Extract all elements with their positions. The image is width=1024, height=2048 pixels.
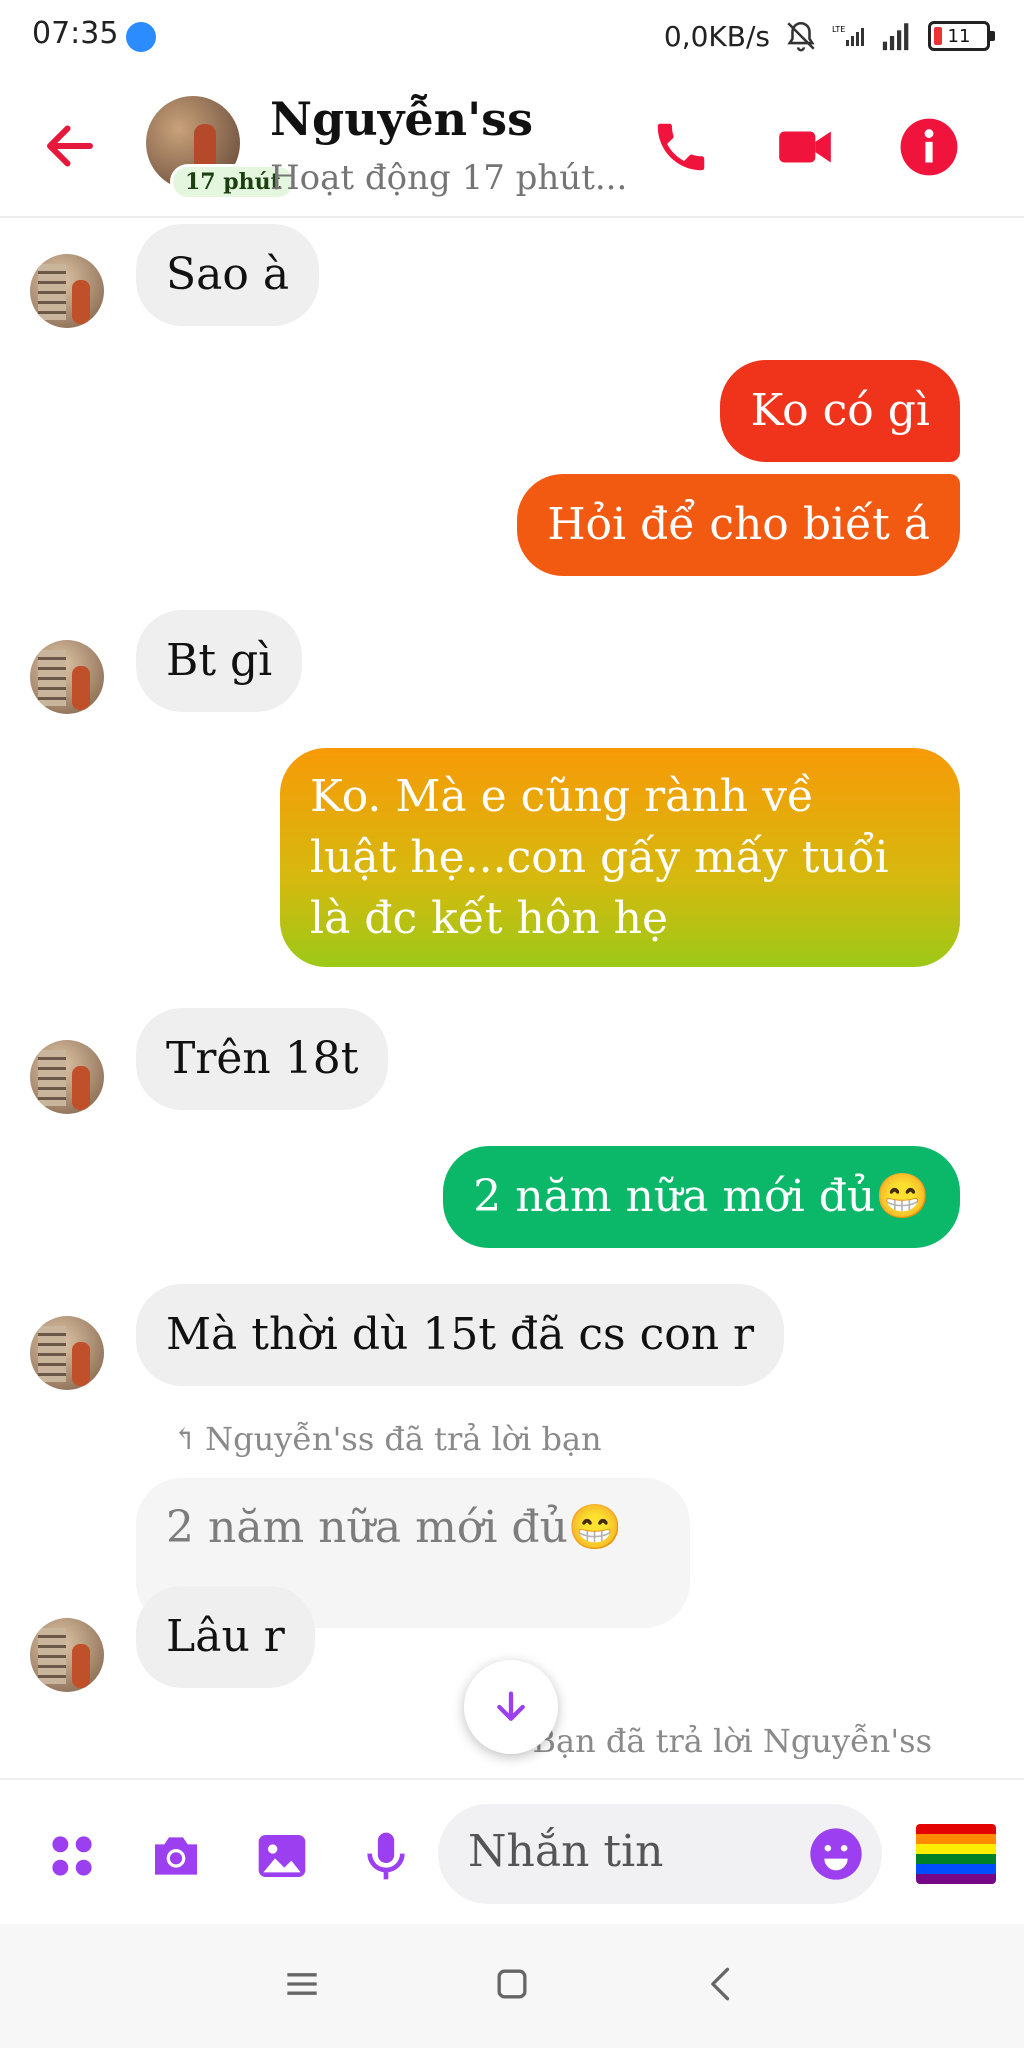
mic-icon[interactable] [358, 1828, 414, 1884]
signal-icon [882, 23, 909, 51]
message-composer: Nhắn tin [0, 1778, 1024, 1924]
sender-avatar [30, 640, 104, 714]
lte-signal-icon: LTE [832, 25, 864, 46]
message-line: là đc kết hôn hẹ [310, 893, 669, 944]
received-message[interactable]: Sao à [136, 224, 320, 326]
message-input[interactable]: Nhắn tin [438, 1804, 882, 1904]
phone-icon[interactable] [650, 116, 712, 178]
battery-level: 11 [947, 25, 971, 47]
menu-icon[interactable] [280, 1962, 324, 2006]
sender-avatar [30, 1316, 104, 1390]
home-icon[interactable] [490, 1962, 534, 2006]
sent-message[interactable]: Ko. Mà e cũng rành về luật hẹ...con gấy … [280, 748, 960, 967]
received-message[interactable]: Bt gì [136, 610, 303, 712]
rainbow-flag-icon[interactable] [916, 1824, 996, 1884]
message-input-placeholder: Nhắn tin [468, 1826, 664, 1877]
contact-status: Hoạt động 17 phút... [270, 158, 628, 198]
reply-indicator: ↰ Bạn đã trả lời Nguyễn'ss [499, 1722, 932, 1760]
quoted-text: 2 năm nữa mới đủ😁 [166, 1502, 623, 1553]
messenger-icon [126, 22, 156, 52]
camera-icon[interactable] [148, 1828, 204, 1884]
mute-icon [787, 21, 815, 52]
network-speed: 0,0KB/s [663, 19, 770, 53]
arrow-down-icon [497, 1691, 525, 1721]
back-icon[interactable] [700, 1962, 744, 2006]
system-navigation-bar [0, 1924, 1024, 2048]
reply-icon: ↰ [172, 1421, 198, 1457]
back-arrow-icon[interactable] [40, 116, 100, 176]
sent-message[interactable]: 2 năm nữa mới đủ😁 [443, 1146, 960, 1248]
sender-avatar [30, 1040, 104, 1114]
reply-indicator: ↰ Nguyễn'ss đã trả lời bạn [172, 1420, 602, 1458]
status-time: 07:35 [32, 16, 119, 51]
video-icon[interactable] [774, 116, 836, 178]
sent-message[interactable]: Hỏi để cho biết á [517, 474, 960, 576]
status-bar: 07:35 0,0KB/s LTE 11 [0, 0, 1024, 72]
reply-label-text: Nguyễn'ss đã trả lời bạn [205, 1420, 602, 1458]
message-line: Ko. Mà e cũng rành về [310, 771, 815, 822]
svg-text:LTE: LTE [832, 25, 845, 34]
message-line: luật hẹ...con gấy mấy tuổi [310, 832, 889, 883]
battery-icon: 11 [928, 21, 995, 51]
contact-name[interactable]: Nguyễn'ss [270, 92, 533, 146]
received-message[interactable]: Mà thời dù 15t đã cs con r [136, 1284, 785, 1386]
received-message[interactable]: Trên 18t [136, 1008, 389, 1110]
apps-icon[interactable] [44, 1828, 100, 1884]
sent-message[interactable]: Ko có gì [720, 360, 960, 462]
scroll-to-bottom-button[interactable] [464, 1660, 558, 1754]
chat-header: 17 phút Nguyễn'ss Hoạt động 17 phút... [0, 72, 1024, 218]
sender-avatar [30, 1618, 104, 1692]
emoji-icon[interactable] [808, 1826, 864, 1882]
received-message[interactable]: Lâu r [136, 1586, 315, 1688]
sender-avatar [30, 254, 104, 328]
gallery-icon[interactable] [254, 1828, 310, 1884]
info-icon[interactable] [898, 116, 960, 178]
reply-label-text: Bạn đã trả lời Nguyễn'ss [532, 1722, 932, 1760]
